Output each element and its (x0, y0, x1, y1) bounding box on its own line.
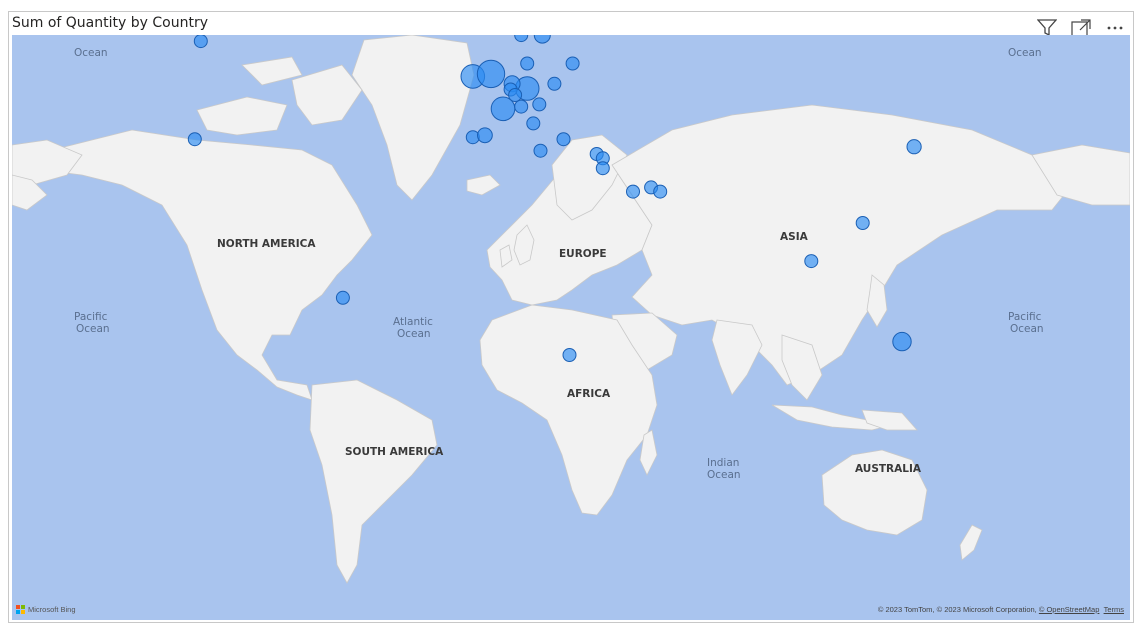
label-arctic-ocean-left: Ocean (74, 47, 108, 59)
microsoft-logo-icon (16, 605, 25, 614)
terms-link[interactable]: Terms (1104, 605, 1124, 614)
visual-title: Sum of Quantity by Country (12, 15, 208, 31)
bing-text: Microsoft Bing (28, 605, 76, 614)
label-asia: ASIA (780, 231, 809, 243)
country-bubble[interactable] (565, 56, 580, 71)
label-australia: AUSTRALIA (855, 463, 922, 475)
country-bubble[interactable] (520, 56, 535, 71)
label-europe: EUROPE (559, 248, 607, 260)
country-bubble[interactable] (626, 184, 640, 199)
land-layer (12, 35, 1130, 584)
label-pacific-left-2: Ocean (76, 323, 110, 335)
country-bubble[interactable] (547, 76, 562, 91)
label-indian-2: Ocean (707, 469, 741, 481)
label-atlantic-1: Atlantic (393, 316, 433, 328)
map-visual: Sum of Quantity by Country NORTH AMERICA… (8, 11, 1134, 623)
map-attribution: © 2023 TomTom, © 2023 Microsoft Corporat… (878, 605, 1124, 614)
country-bubble[interactable] (855, 216, 870, 230)
country-bubble[interactable] (653, 184, 668, 199)
country-bubble[interactable] (595, 161, 610, 176)
label-arctic-ocean-right: Ocean (1008, 47, 1042, 59)
country-bubble[interactable] (477, 127, 493, 144)
country-bubble[interactable] (804, 254, 819, 269)
country-bubble[interactable] (476, 59, 506, 89)
osm-link[interactable]: © OpenStreetMap (1039, 605, 1100, 614)
attribution-text: © 2023 TomTom, © 2023 Microsoft Corporat… (877, 605, 1037, 614)
bing-logo: Microsoft Bing (16, 605, 76, 614)
label-atlantic-2: Ocean (397, 328, 431, 340)
label-pacific-right-2: Ocean (1010, 323, 1044, 335)
country-bubble[interactable] (187, 132, 202, 147)
country-bubble[interactable] (906, 139, 922, 155)
label-africa: AFRICA (567, 388, 611, 400)
label-north-america: NORTH AMERICA (217, 238, 316, 250)
country-bubble[interactable] (193, 35, 208, 49)
country-bubble[interactable] (514, 35, 529, 43)
map-svg: NORTH AMERICA SOUTH AMERICA EUROPE ASIA … (12, 35, 1130, 584)
map-canvas[interactable]: NORTH AMERICA SOUTH AMERICA EUROPE ASIA … (12, 35, 1130, 620)
country-bubble[interactable] (533, 35, 551, 44)
country-bubble[interactable] (556, 132, 571, 147)
country-bubble[interactable] (335, 290, 350, 305)
label-pacific-left-1: Pacific (74, 311, 108, 323)
country-bubble[interactable] (508, 88, 523, 102)
country-bubble[interactable] (533, 143, 548, 158)
country-bubble[interactable] (532, 97, 547, 112)
label-pacific-right-1: Pacific (1008, 311, 1042, 323)
label-south-america: SOUTH AMERICA (345, 446, 444, 458)
country-bubble[interactable] (562, 348, 577, 362)
country-bubble[interactable] (514, 99, 529, 114)
country-bubble[interactable] (892, 331, 912, 352)
country-bubble[interactable] (526, 116, 541, 131)
label-indian-1: Indian (707, 457, 739, 469)
